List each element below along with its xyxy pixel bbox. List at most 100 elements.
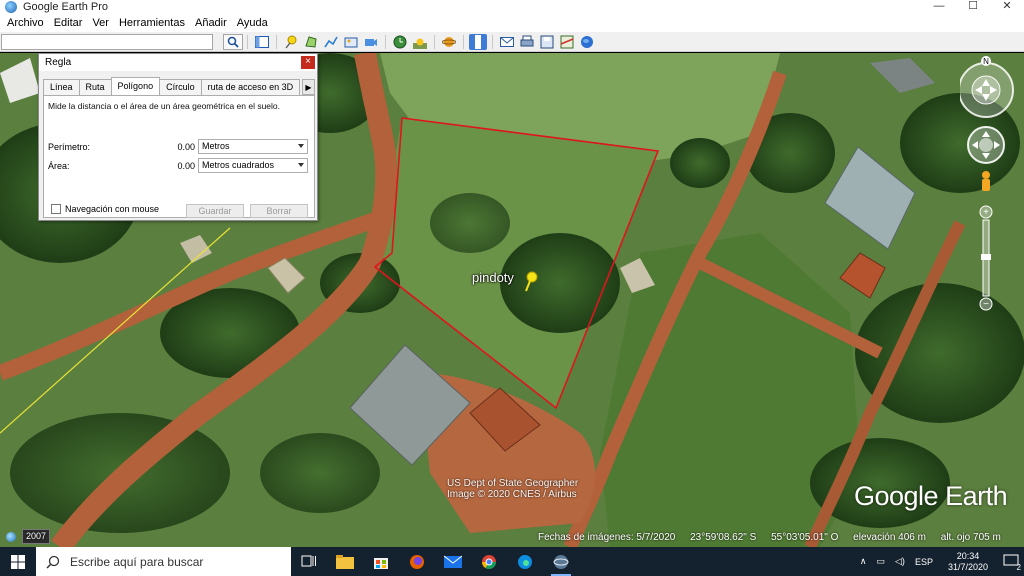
folder-icon <box>336 554 354 569</box>
speaker-icon[interactable]: ◁) <box>895 556 905 567</box>
notifications-button[interactable]: 2 <box>1003 554 1021 572</box>
view-in-maps-button[interactable] <box>558 34 576 50</box>
sunlight-button[interactable] <box>411 34 429 50</box>
record-tour-button[interactable] <box>362 34 380 50</box>
minimize-button[interactable]: — <box>922 0 956 14</box>
task-view-button[interactable] <box>291 547 327 576</box>
menu-editar[interactable]: Editar <box>49 17 88 29</box>
toolbar-separator <box>463 34 464 49</box>
file-explorer-button[interactable] <box>327 547 363 576</box>
perimeter-label: Perímetro: <box>48 141 91 152</box>
earth-gallery-button[interactable] <box>578 34 596 50</box>
task-view-icon <box>301 555 316 566</box>
google-earth-task-button[interactable] <box>543 547 579 576</box>
ruler-button[interactable] <box>469 33 487 50</box>
clock[interactable]: 20:34 31/7/2020 <box>948 551 988 573</box>
perimeter-value: 0.00 <box>177 141 195 152</box>
firefox-icon <box>410 554 424 569</box>
toolbar-separator <box>276 34 277 49</box>
add-placemark-button[interactable] <box>282 34 300 50</box>
add-path-button[interactable] <box>322 34 340 50</box>
sidebar-toggle-button[interactable] <box>253 34 271 50</box>
search-button[interactable] <box>223 33 243 50</box>
edge-button[interactable] <box>507 547 543 576</box>
google-earth-icon <box>5 1 17 13</box>
pushpin-icon[interactable] <box>521 271 539 293</box>
edge-icon <box>518 554 532 569</box>
clock-time: 20:34 <box>956 550 980 561</box>
tab-poligono[interactable]: Polígono <box>110 77 161 95</box>
street-view-pegman-icon[interactable] <box>982 171 990 191</box>
latitude: 23°59'08.62" S <box>690 532 757 543</box>
perimeter-unit: Metros <box>202 141 230 151</box>
menu-anadir[interactable]: Añadir <box>190 17 232 29</box>
mail-icon <box>444 555 462 568</box>
compass-look-control[interactable] <box>960 62 1014 118</box>
ruler-tabs: Línea Ruta Polígono Círculo ruta de acce… <box>43 77 301 95</box>
historical-imagery-button[interactable] <box>391 34 409 50</box>
placemark-label[interactable]: pindoty <box>472 270 514 285</box>
mouse-navigation-label: Navegación con mouse <box>65 204 160 214</box>
tab-linea[interactable]: Línea <box>43 79 80 95</box>
move-control[interactable] <box>967 126 1005 164</box>
area-value: 0.00 <box>177 160 195 171</box>
google-earth-icon <box>553 554 569 569</box>
menu-herramientas[interactable]: Herramientas <box>114 17 190 29</box>
navigation-controls[interactable]: N + − <box>960 53 1024 323</box>
globe-icon <box>581 35 593 48</box>
historical-year-chip[interactable]: 2007 <box>22 529 50 544</box>
clear-button[interactable]: Borrar <box>250 204 308 218</box>
search-input[interactable] <box>1 33 213 50</box>
maximize-button[interactable]: ☐ <box>956 0 990 14</box>
image-overlay-icon <box>344 37 358 47</box>
clock-date: 31/7/2020 <box>947 561 988 572</box>
ruler-description: Mide la distancia o el área de un área g… <box>48 101 281 111</box>
print-button[interactable] <box>518 34 536 50</box>
window-controls: — ☐ ✕ <box>922 0 1024 14</box>
eye-altitude: alt. ojo 705 m <box>940 532 1001 543</box>
area-label: Área: <box>48 160 70 171</box>
firefox-button[interactable] <box>399 547 435 576</box>
tab-ruta[interactable]: Ruta <box>78 79 112 95</box>
switch-planet-button[interactable] <box>440 34 458 50</box>
network-icon[interactable]: ▭ <box>877 556 886 567</box>
menu-ayuda[interactable]: Ayuda <box>232 17 273 29</box>
globe-icon <box>6 532 16 542</box>
save-image-button[interactable] <box>538 34 556 50</box>
mouse-navigation-option[interactable]: Navegación con mouse <box>51 204 159 214</box>
ruler-dialog-title: Regla <box>39 54 317 71</box>
ruler-close-button[interactable]: × <box>301 56 315 69</box>
add-overlay-button[interactable] <box>342 34 360 50</box>
add-polygon-button[interactable] <box>302 34 320 50</box>
mail-button[interactable] <box>435 547 471 576</box>
menu-ver[interactable]: Ver <box>87 17 114 29</box>
windows-taskbar: Escribe aquí para buscar ∧ ▭ ◁) ESP 20:3… <box>0 547 1024 576</box>
menu-archivo[interactable]: Archivo <box>2 17 49 29</box>
chrome-button[interactable] <box>471 547 507 576</box>
tab-scroll-right-button[interactable]: ▶ <box>302 79 315 95</box>
search-icon <box>46 555 60 569</box>
record-tour-icon <box>365 38 377 46</box>
area-row: Área: 0.00 Metros cuadrados <box>48 158 312 173</box>
save-button[interactable]: Guardar <box>186 204 244 218</box>
email-icon <box>500 36 514 47</box>
chrome-icon <box>482 554 496 569</box>
taskbar-search[interactable]: Escribe aquí para buscar <box>36 547 291 576</box>
perimeter-unit-select[interactable]: Metros <box>198 139 308 154</box>
window-title: Google Earth Pro <box>23 1 108 13</box>
area-unit-select[interactable]: Metros cuadrados <box>198 158 308 173</box>
start-button[interactable] <box>0 547 36 576</box>
maps-icon <box>560 35 574 48</box>
close-window-button[interactable]: ✕ <box>990 0 1024 14</box>
tab-ruta-3d[interactable]: ruta de acceso en 3D <box>200 79 301 95</box>
tab-circulo[interactable]: Círculo <box>159 79 202 95</box>
mouse-navigation-checkbox[interactable] <box>51 204 61 214</box>
store-button[interactable] <box>363 547 399 576</box>
language-indicator[interactable]: ESP <box>915 557 933 567</box>
email-button[interactable] <box>498 34 516 50</box>
chevron-up-icon[interactable]: ∧ <box>860 556 867 567</box>
imagery-attribution: US Dept of State Geographer Image © 2020… <box>447 478 578 500</box>
perimeter-row: Perímetro: 0.00 Metros <box>48 139 312 154</box>
google-earth-window: Google Earth Pro — ☐ ✕ Archivo Editar Ve… <box>0 0 1024 576</box>
zoom-slider[interactable]: + − <box>979 205 993 311</box>
